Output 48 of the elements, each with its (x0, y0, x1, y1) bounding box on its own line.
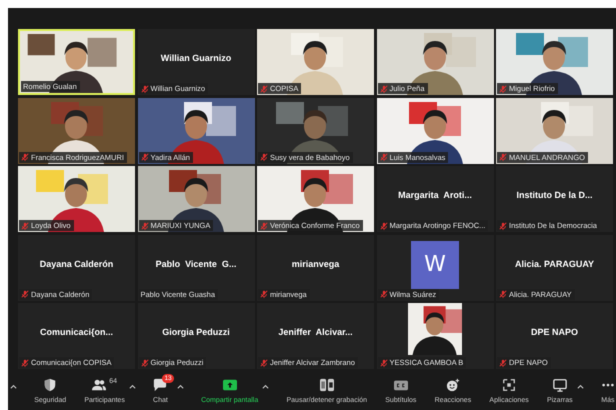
mic-muted-icon (260, 153, 268, 161)
mic-muted-icon (140, 222, 148, 230)
mic-muted-icon (21, 290, 29, 298)
mic-muted-icon (499, 153, 507, 161)
mic-muted-icon (21, 153, 29, 161)
mic-muted-icon (380, 84, 388, 92)
mic-muted-icon (21, 358, 29, 366)
participant-name: mirianvega (290, 258, 340, 268)
whiteboard-icon (552, 378, 567, 392)
mic-muted-icon (499, 290, 507, 298)
mic-muted-icon (260, 290, 268, 298)
mic-muted-icon (140, 84, 148, 92)
shield-icon (43, 378, 58, 392)
participant-name: Dayana Calderón (38, 258, 114, 268)
mic-muted-icon (260, 84, 268, 92)
avatar-letter: W (411, 240, 459, 288)
caret-icon[interactable] (262, 384, 270, 389)
caret-icon[interactable] (10, 384, 17, 389)
mic-muted-icon (499, 358, 507, 366)
participant-name: Margarita Aroti... (397, 190, 473, 200)
participant-name: Alicia. PARAGUAY (514, 258, 596, 268)
apps-icon (502, 378, 516, 392)
share-screen-icon (222, 378, 237, 392)
participant-name: DPE NAPO (530, 327, 579, 337)
participant-name: Pablo Vicente G... (154, 258, 238, 268)
captions-icon (394, 378, 408, 392)
mic-muted-icon (140, 153, 148, 161)
mic-muted-icon (21, 222, 29, 230)
mic-muted-icon (260, 358, 268, 366)
mic-muted-icon (380, 153, 388, 161)
mic-muted-icon (499, 222, 507, 230)
participant-name: Instituto De la D... (515, 190, 594, 200)
mic-muted-icon (380, 358, 388, 366)
mic-muted-icon (260, 222, 268, 230)
pause-stop-icon (320, 378, 334, 392)
participant-name: Giorgia Peduzzi (161, 327, 231, 337)
mic-muted-icon (499, 84, 507, 92)
mic-muted-icon (380, 222, 388, 230)
participant-name: Comunicaci{on... (38, 327, 114, 337)
caret-icon[interactable] (176, 384, 184, 389)
people-icon (92, 378, 106, 392)
mic-muted-icon (380, 290, 388, 298)
caret-icon[interactable] (128, 384, 136, 389)
participant-name: Willian Guarnizo (160, 53, 232, 63)
caret-icon[interactable] (576, 384, 584, 389)
mic-muted-icon (140, 358, 148, 366)
participant-name: Jeniffer Alcivar... (277, 327, 354, 337)
smiley-icon (446, 378, 460, 392)
